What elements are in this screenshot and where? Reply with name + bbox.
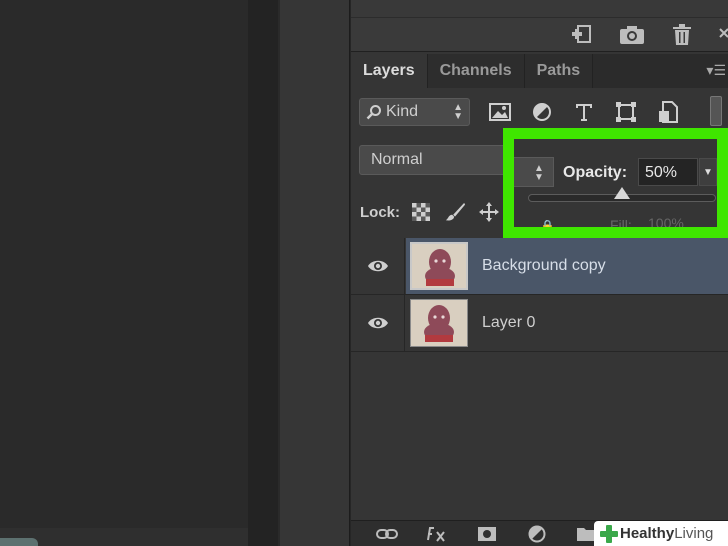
healthy-living-watermark: HealthyLiving <box>594 521 728 546</box>
canvas-horizontal-scrollbar[interactable] <box>0 528 248 546</box>
layers-panel: Layers Channels Paths ▾☰ Kind ▲ ▼ Normal… <box>351 0 728 546</box>
tab-channels[interactable]: Channels <box>427 54 525 88</box>
layer-name[interactable]: Layer 0 <box>482 314 535 332</box>
upper-panel-header <box>351 0 728 18</box>
new-adjustment-layer-icon[interactable] <box>525 523 549 545</box>
blend-mode-value: Normal <box>371 151 423 168</box>
opacity-dropdown-button[interactable]: ▼ <box>699 158 717 186</box>
watermark-text: HealthyLiving <box>620 525 713 542</box>
camera-snapshot-icon[interactable] <box>618 22 646 48</box>
plus-logo-icon <box>600 524 618 543</box>
fill-value[interactable]: 100% <box>648 215 684 227</box>
opacity-input[interactable]: 50% <box>638 158 698 186</box>
lock-icons <box>410 201 500 223</box>
tab-paths[interactable]: Paths <box>524 54 594 88</box>
lock-image-pixels-brush-icon[interactable] <box>444 201 466 223</box>
scroll-tab[interactable] <box>0 538 38 546</box>
upper-panel-toolbar <box>568 22 728 48</box>
panel-gutter <box>280 0 350 546</box>
visibility-toggle[interactable] <box>351 238 405 294</box>
layers-list: Background copy Layer 0 <box>351 238 728 352</box>
trash-icon[interactable] <box>668 22 696 48</box>
updown-arrows-icon: ▲ ▼ <box>453 102 463 122</box>
type-layer-filter-icon[interactable] <box>570 98 598 126</box>
document-canvas[interactable] <box>0 0 280 546</box>
canvas-vertical-scrollbar[interactable] <box>248 0 278 546</box>
filter-toggle-switch[interactable] <box>710 96 722 126</box>
filter-kind-select[interactable]: Kind ▲ ▼ <box>359 98 470 126</box>
layer-style-fx-icon[interactable] <box>425 523 449 545</box>
filter-icons <box>486 98 682 126</box>
tab-layers[interactable]: Layers <box>351 54 428 88</box>
visibility-toggle[interactable] <box>351 295 405 351</box>
add-mask-icon[interactable] <box>475 523 499 545</box>
layer-main[interactable]: Layer 0 <box>406 295 728 351</box>
shape-layer-filter-icon[interactable] <box>612 98 640 126</box>
fill-label: Fill: <box>610 217 632 227</box>
eye-icon <box>367 317 388 329</box>
watermark-brand-bold: Healthy <box>620 525 675 542</box>
lock-label: Lock: <box>360 203 401 221</box>
watermark-brand-light: Living <box>674 525 714 542</box>
search-icon <box>366 105 381 120</box>
adjustment-layer-filter-icon[interactable] <box>528 98 556 126</box>
panel-menu-icon[interactable]: ▾☰ <box>706 62 726 79</box>
layer-name[interactable]: Background copy <box>482 257 606 275</box>
lock-position-move-icon[interactable] <box>478 201 500 223</box>
upper-panel <box>351 0 728 52</box>
expand-icon[interactable] <box>718 22 728 48</box>
opacity-control-area: ▲ ▼ Opacity: 50% ▼ 🔒 Fill: 100% <box>514 139 717 227</box>
layer-thumbnail <box>410 299 468 347</box>
layer-row-layer-0[interactable]: Layer 0 <box>351 295 728 352</box>
layer-thumbnail <box>410 242 468 290</box>
layer-row-background-copy[interactable]: Background copy <box>351 238 728 295</box>
eye-icon <box>367 260 388 272</box>
panel-tabs: Layers Channels Paths ▾☰ <box>351 54 728 88</box>
filter-kind-label: Kind <box>386 103 419 120</box>
new-document-from-state-icon[interactable] <box>568 22 596 48</box>
opacity-slider-thumb[interactable] <box>614 187 630 199</box>
opacity-highlight-box: ▲ ▼ Opacity: 50% ▼ 🔒 Fill: 100% <box>503 128 728 238</box>
lock-transparent-pixels-icon[interactable] <box>410 201 432 223</box>
pixel-layer-filter-icon[interactable] <box>486 98 514 126</box>
layer-main[interactable]: Background copy <box>406 238 728 294</box>
smart-object-filter-icon[interactable] <box>654 98 682 126</box>
lock-all-icon[interactable]: 🔒 <box>540 219 555 227</box>
opacity-label: Opacity: <box>563 164 628 181</box>
link-layers-icon[interactable] <box>375 523 399 545</box>
updown-arrows-icon: ▲ ▼ <box>534 163 544 183</box>
photoshop-window: Layers Channels Paths ▾☰ Kind ▲ ▼ Normal… <box>0 0 728 546</box>
